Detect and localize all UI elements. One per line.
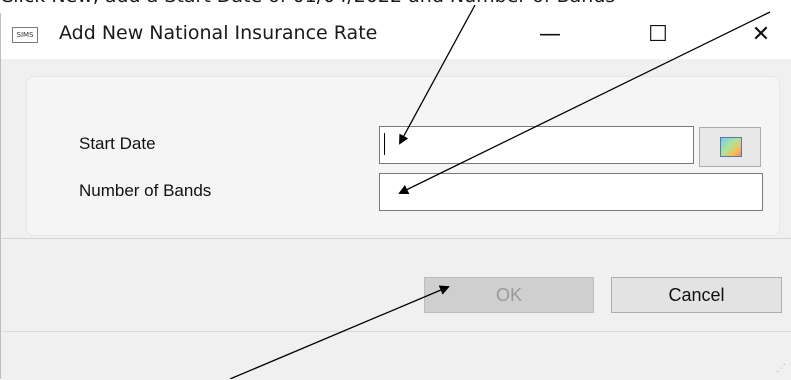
title-bar: SIMS Add New National Insurance Rate — ☐… [1, 13, 791, 59]
maximize-button[interactable]: ☐ [638, 17, 678, 53]
dialog-title: Add New National Insurance Rate [59, 22, 378, 44]
dialog-window: SIMS Add New National Insurance Rate — ☐… [0, 13, 791, 380]
sims-app-icon: SIMS [12, 27, 38, 43]
ok-button[interactable]: OK [424, 277, 594, 313]
calendar-button[interactable] [699, 127, 761, 167]
calendar-icon [720, 137, 742, 157]
resize-grip-icon[interactable]: ⋰ [776, 363, 786, 374]
separator-line [2, 238, 791, 239]
number-of-bands-input[interactable] [379, 173, 763, 211]
number-of-bands-label: Number of Bands [79, 181, 212, 200]
text-cursor [384, 133, 385, 155]
cancel-button[interactable]: Cancel [611, 277, 782, 313]
start-date-input[interactable] [379, 126, 694, 164]
close-button[interactable]: ✕ [741, 17, 781, 53]
status-bar: ⋰ [1, 331, 791, 380]
start-date-label: Start Date [79, 134, 156, 153]
minimize-button[interactable]: — [530, 17, 570, 53]
